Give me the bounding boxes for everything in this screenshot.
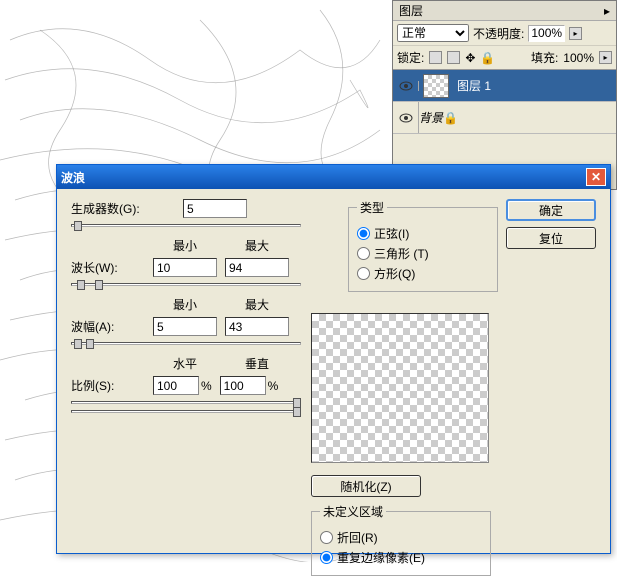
type-legend: 类型 [357,199,387,216]
undef-legend: 未定义区域 [320,503,386,520]
max-header: 最大 [225,237,289,254]
layer-thumbnail[interactable] [423,74,449,98]
blend-mode-select[interactable]: 正常 [397,24,469,42]
min-header-2: 最小 [153,296,217,313]
wavelength-label: 波长(W): [71,259,153,276]
type-triangle-radio[interactable]: 三角形 (T) [357,245,489,262]
wavelength-max-input[interactable]: 94 [225,258,289,277]
generators-slider[interactable] [71,224,301,227]
type-sine-radio[interactable]: 正弦(I) [357,225,489,242]
opacity-input[interactable]: 100% [528,25,565,42]
lock-all-icon[interactable]: 🔒 [480,51,495,65]
type-group: 类型 正弦(I) 三角形 (T) 方形(Q) [348,199,498,292]
type-square-radio[interactable]: 方形(Q) [357,265,489,282]
scale-label: 比例(S): [71,377,153,394]
opacity-arrow-icon[interactable]: ▸ [569,27,582,40]
layer-name: 图层 1 [453,77,616,94]
undefined-area-group: 未定义区域 折回(R) 重复边缘像素(E) [311,503,491,576]
titlebar[interactable]: 波浪 ✕ [57,165,610,189]
wavelength-slider[interactable] [71,283,301,286]
opacity-label: 不透明度: [473,25,524,42]
lock-move-icon[interactable]: ✥ [465,51,475,65]
generators-input[interactable]: 5 [183,199,247,218]
scale-h-slider[interactable] [71,401,301,404]
wave-dialog: 波浪 ✕ 生成器数(G): 5 最小 最大 波长(W): 10 94 [56,164,611,554]
layer-item-1[interactable]: 图层 1 [393,70,616,102]
scale-v-slider[interactable] [71,410,301,413]
amplitude-slider[interactable] [71,342,301,345]
horiz-header: 水平 [153,355,217,372]
lock-paint-icon[interactable] [447,51,460,64]
vert-header: 垂直 [225,355,289,372]
layers-tab[interactable]: 图层▸ [393,1,616,21]
layer-list: 图层 1 背景 🔒 [393,70,616,134]
lock-transparency-icon[interactable] [429,51,442,64]
layer-item-background[interactable]: 背景 🔒 [393,102,616,134]
close-button[interactable]: ✕ [586,168,606,186]
min-header: 最小 [153,237,217,254]
preview-area [311,313,489,463]
lock-icon: 🔒 [443,111,458,125]
fill-input[interactable]: 100% [563,51,594,65]
ok-button[interactable]: 确定 [506,199,596,221]
fill-arrow-icon[interactable]: ▸ [599,51,612,64]
generators-label: 生成器数(G): [71,200,153,217]
panel-menu-icon[interactable]: ▸ [604,4,610,18]
randomize-button[interactable]: 随机化(Z) [311,475,421,497]
amplitude-label: 波幅(A): [71,318,153,335]
wavelength-min-input[interactable]: 10 [153,258,217,277]
scale-v-input[interactable]: 100 [220,376,266,395]
fill-label: 填充: [531,49,558,66]
layer-name: 背景 [419,109,443,126]
max-header-2: 最大 [225,296,289,313]
scale-h-input[interactable]: 100 [153,376,199,395]
dialog-title: 波浪 [61,169,85,186]
reset-button[interactable]: 复位 [506,227,596,249]
amplitude-min-input[interactable]: 5 [153,317,217,336]
undef-repeat-radio[interactable]: 重复边缘像素(E) [320,549,482,566]
visibility-toggle[interactable] [393,102,419,133]
visibility-toggle[interactable] [393,81,419,91]
undef-wrap-radio[interactable]: 折回(R) [320,529,482,546]
layers-panel: 图层▸ 正常 不透明度: 100% ▸ 锁定: ✥ 🔒 填充: 100% ▸ 图… [392,0,617,190]
lock-label: 锁定: [397,49,424,66]
amplitude-max-input[interactable]: 43 [225,317,289,336]
